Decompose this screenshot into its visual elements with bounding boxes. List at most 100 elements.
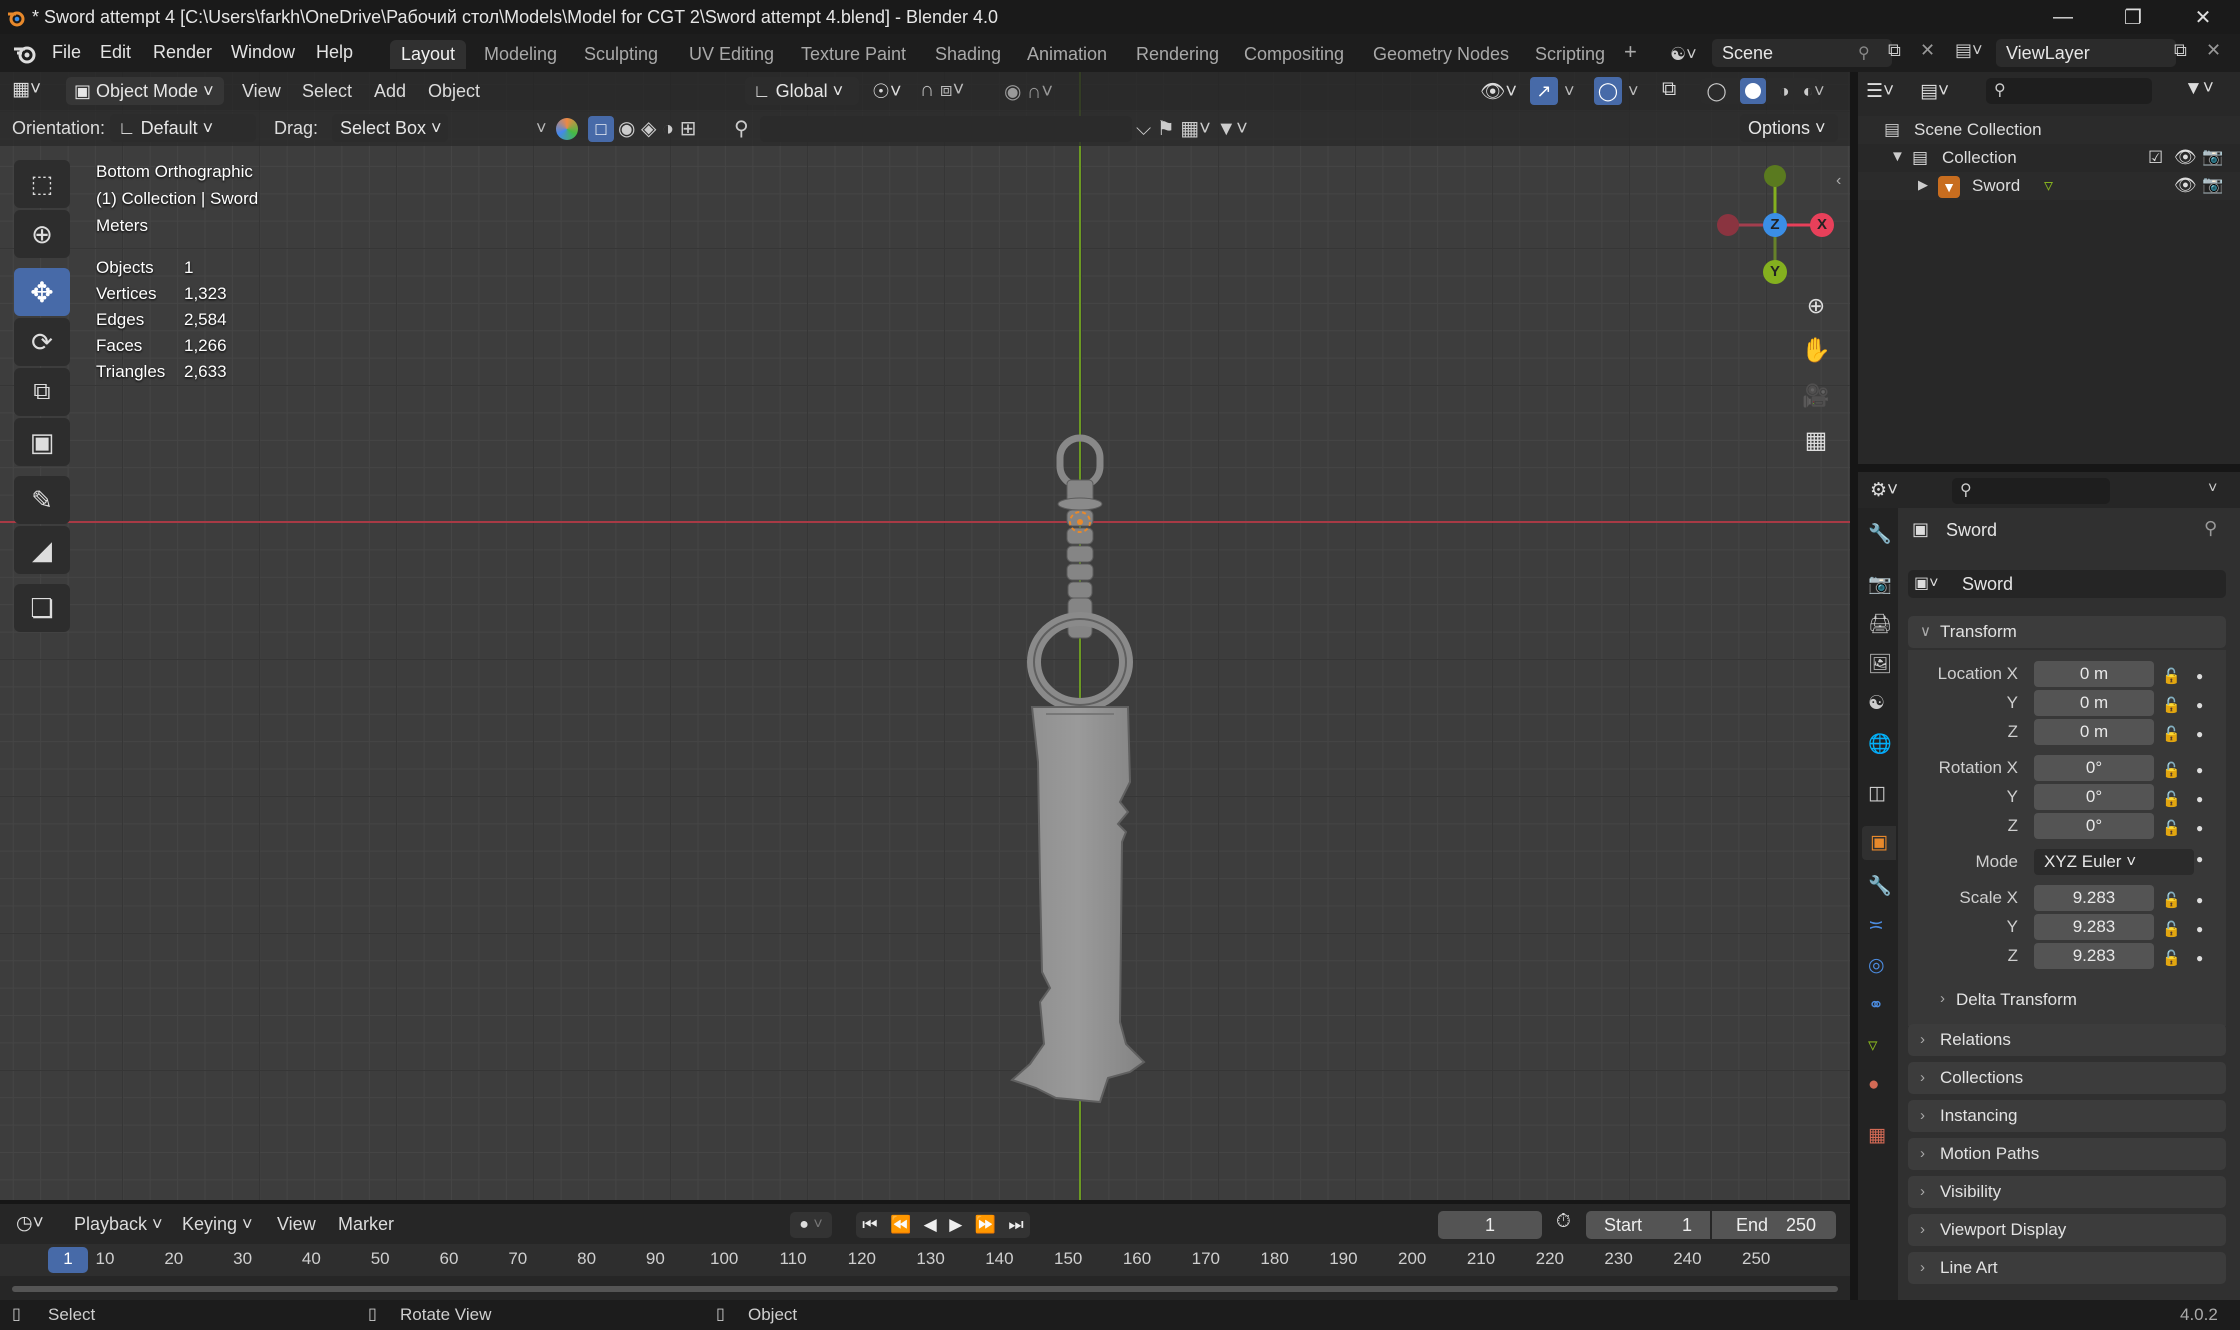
- view-layer-field[interactable]: ViewLayer: [1996, 39, 2176, 67]
- expand-arrow-icon[interactable]: ▶: [1918, 177, 1928, 193]
- motion-paths-panel-header[interactable]: › Motion Paths: [1908, 1138, 2226, 1170]
- add-cube-tool[interactable]: ❏: [14, 584, 70, 632]
- end-frame-field[interactable]: End 250: [1712, 1211, 1836, 1239]
- sword-mesh[interactable]: [980, 362, 1180, 1162]
- texture-tab-icon[interactable]: ▦: [1868, 1124, 1886, 1147]
- tab-shading[interactable]: Shading: [924, 40, 1012, 69]
- filter-dropdown-icon[interactable]: ˅: [536, 118, 547, 139]
- visibility-panel-header[interactable]: › Visibility: [1908, 1176, 2226, 1208]
- tab-geometry-nodes[interactable]: Geometry Nodes: [1362, 40, 1520, 69]
- select-menu[interactable]: Select: [302, 81, 352, 102]
- jump-end-icon[interactable]: ⏭: [1008, 1215, 1023, 1235]
- collections-panel-header[interactable]: › Collections: [1908, 1062, 2226, 1094]
- material-tab-icon[interactable]: ●: [1868, 1074, 1879, 1096]
- camera-view-icon[interactable]: 🎥: [1796, 376, 1836, 416]
- menu-window[interactable]: Window: [231, 42, 295, 63]
- tab-uv-editing[interactable]: UV Editing: [678, 40, 785, 69]
- prev-keyframe-icon[interactable]: ⏪: [890, 1215, 911, 1235]
- pin-scene-icon[interactable]: ⚲: [1858, 43, 1870, 63]
- exclude-checkbox[interactable]: ☑: [2148, 148, 2163, 168]
- move-tool[interactable]: ✥: [14, 268, 70, 316]
- outliner-row-collection[interactable]: ▼ ▤ Collection ☑ 👁 📷: [1858, 144, 2240, 172]
- play-reverse-icon[interactable]: ◀: [924, 1215, 937, 1235]
- gizmo-z-axis[interactable]: Z: [1763, 213, 1787, 237]
- solid-shading-icon[interactable]: [1739, 78, 1766, 104]
- restore-button[interactable]: ❐: [2100, 0, 2166, 34]
- timeline-editor-icon[interactable]: ◷˅: [16, 1212, 44, 1235]
- lock-icons-rotation[interactable]: 🔓 🔓 🔓: [2162, 756, 2181, 844]
- navigation-gizmo[interactable]: X Y Z: [1710, 160, 1840, 290]
- outliner-filter-icon[interactable]: ▼˅: [2184, 78, 2214, 100]
- filter-icons-group[interactable]: ◉ ◈ ◑ ⊞: [618, 116, 696, 141]
- lock-icons-scale[interactable]: 🔓 🔓 🔓: [2162, 886, 2181, 974]
- scene-selector-icon[interactable]: ☯˅: [1670, 40, 1708, 68]
- object-menu[interactable]: Object: [428, 81, 480, 102]
- pin-icon[interactable]: ⚲: [2204, 518, 2217, 539]
- properties-options-icon[interactable]: ˅: [2208, 480, 2217, 498]
- close-window-button[interactable]: ✕: [2170, 0, 2236, 34]
- marker-menu[interactable]: Marker: [338, 1214, 394, 1235]
- scale-x-field[interactable]: 9.283: [2034, 885, 2154, 911]
- menu-help[interactable]: Help: [316, 42, 353, 63]
- delete-view-layer-icon[interactable]: ✕: [2206, 40, 2221, 61]
- xray-toggle-icon[interactable]: ⧉: [1662, 78, 1676, 101]
- render-tab-icon[interactable]: 📷: [1868, 572, 1892, 596]
- ortho-grid-icon[interactable]: ▦: [1796, 420, 1836, 460]
- tab-modeling[interactable]: Modeling: [473, 40, 568, 69]
- gizmo-x-axis[interactable]: X: [1810, 213, 1834, 237]
- timeline-scrollbar[interactable]: [0, 1284, 1850, 1294]
- line-art-panel-header[interactable]: › Line Art: [1908, 1252, 2226, 1284]
- auto-keying-button[interactable]: ● ˅: [790, 1212, 832, 1238]
- proportional-edit-icon[interactable]: ◉ ∩˅: [1004, 79, 1053, 104]
- zoom-icon[interactable]: ⊕: [1796, 286, 1836, 326]
- add-menu[interactable]: Add: [374, 81, 406, 102]
- overlay-dropdown-icon[interactable]: ˅: [1628, 81, 1639, 102]
- object-name-field[interactable]: ▣˅ Sword: [1908, 570, 2226, 598]
- render-camera-icon[interactable]: 📷: [2202, 175, 2223, 195]
- tab-texture-paint[interactable]: Texture Paint: [790, 40, 917, 69]
- delta-transform-subpanel[interactable]: › Delta Transform: [1922, 990, 2077, 1010]
- properties-editor-icon[interactable]: ⚙˅: [1870, 479, 1898, 502]
- render-camera-icon[interactable]: 📷: [2202, 147, 2223, 167]
- menu-file[interactable]: File: [52, 42, 81, 63]
- 3d-viewport[interactable]: [0, 72, 1850, 1200]
- drag-dropdown[interactable]: Select Box ˅: [332, 114, 448, 142]
- annotate-tool[interactable]: ✎: [14, 476, 70, 524]
- mesh-filter-icon[interactable]: □: [588, 116, 614, 142]
- transform-panel-header[interactable]: ∨ Transform: [1908, 616, 2226, 648]
- snap-icon[interactable]: ∩ ⧈˅: [920, 79, 964, 102]
- menu-edit[interactable]: Edit: [100, 42, 131, 63]
- play-icon[interactable]: ▶: [949, 1215, 962, 1235]
- output-tab-icon[interactable]: 🖨: [1868, 612, 1892, 636]
- gizmo-toggle-icon[interactable]: ↗: [1530, 77, 1558, 105]
- timeline-scrollbar-thumb[interactable]: [12, 1286, 1838, 1292]
- relations-panel-header[interactable]: › Relations: [1908, 1024, 2226, 1056]
- tab-compositing[interactable]: Compositing: [1233, 40, 1355, 69]
- new-scene-icon[interactable]: ⧉: [1888, 40, 1901, 61]
- wireframe-shading-icon[interactable]: ◯: [1707, 81, 1727, 102]
- color-filter-icon[interactable]: [556, 118, 578, 140]
- minimize-button[interactable]: —: [2030, 0, 2096, 34]
- next-keyframe-icon[interactable]: ⏩: [975, 1215, 996, 1235]
- measure-tool[interactable]: ◢: [14, 526, 70, 574]
- visibility-eye-icon[interactable]: 👁: [2174, 175, 2197, 196]
- delete-scene-icon[interactable]: ✕: [1920, 40, 1935, 61]
- sidebar-toggle-icon[interactable]: ‹: [1836, 172, 1841, 190]
- gizmo-dropdown-icon[interactable]: ˅: [1564, 81, 1575, 102]
- scale-z-field[interactable]: 9.283: [2034, 943, 2154, 969]
- keying-menu[interactable]: Keying ˅: [182, 1214, 253, 1235]
- view-menu[interactable]: View: [242, 81, 281, 102]
- transform-tool[interactable]: ▣: [14, 418, 70, 466]
- data-tab-icon[interactable]: ▿: [1868, 1034, 1878, 1057]
- playback-menu[interactable]: Playback ˅: [74, 1214, 163, 1235]
- material-shading-icon[interactable]: ◑: [1779, 81, 1790, 102]
- lock-icons-location[interactable]: 🔓 🔓 🔓: [2162, 662, 2181, 750]
- rendered-shading-icon[interactable]: ◐: [1803, 81, 1814, 102]
- keyframe-dot-mode[interactable]: ●: [2196, 852, 2203, 866]
- new-view-layer-icon[interactable]: ⧉: [2174, 40, 2187, 61]
- cursor-tool[interactable]: ⊕: [14, 210, 70, 258]
- constraints-tab-icon[interactable]: ⚭: [1868, 994, 1884, 1017]
- rotation-y-field[interactable]: 0°: [2034, 784, 2154, 810]
- rotation-x-field[interactable]: 0°: [2034, 755, 2154, 781]
- display-mode-icon[interactable]: ▤˅: [1920, 80, 1949, 103]
